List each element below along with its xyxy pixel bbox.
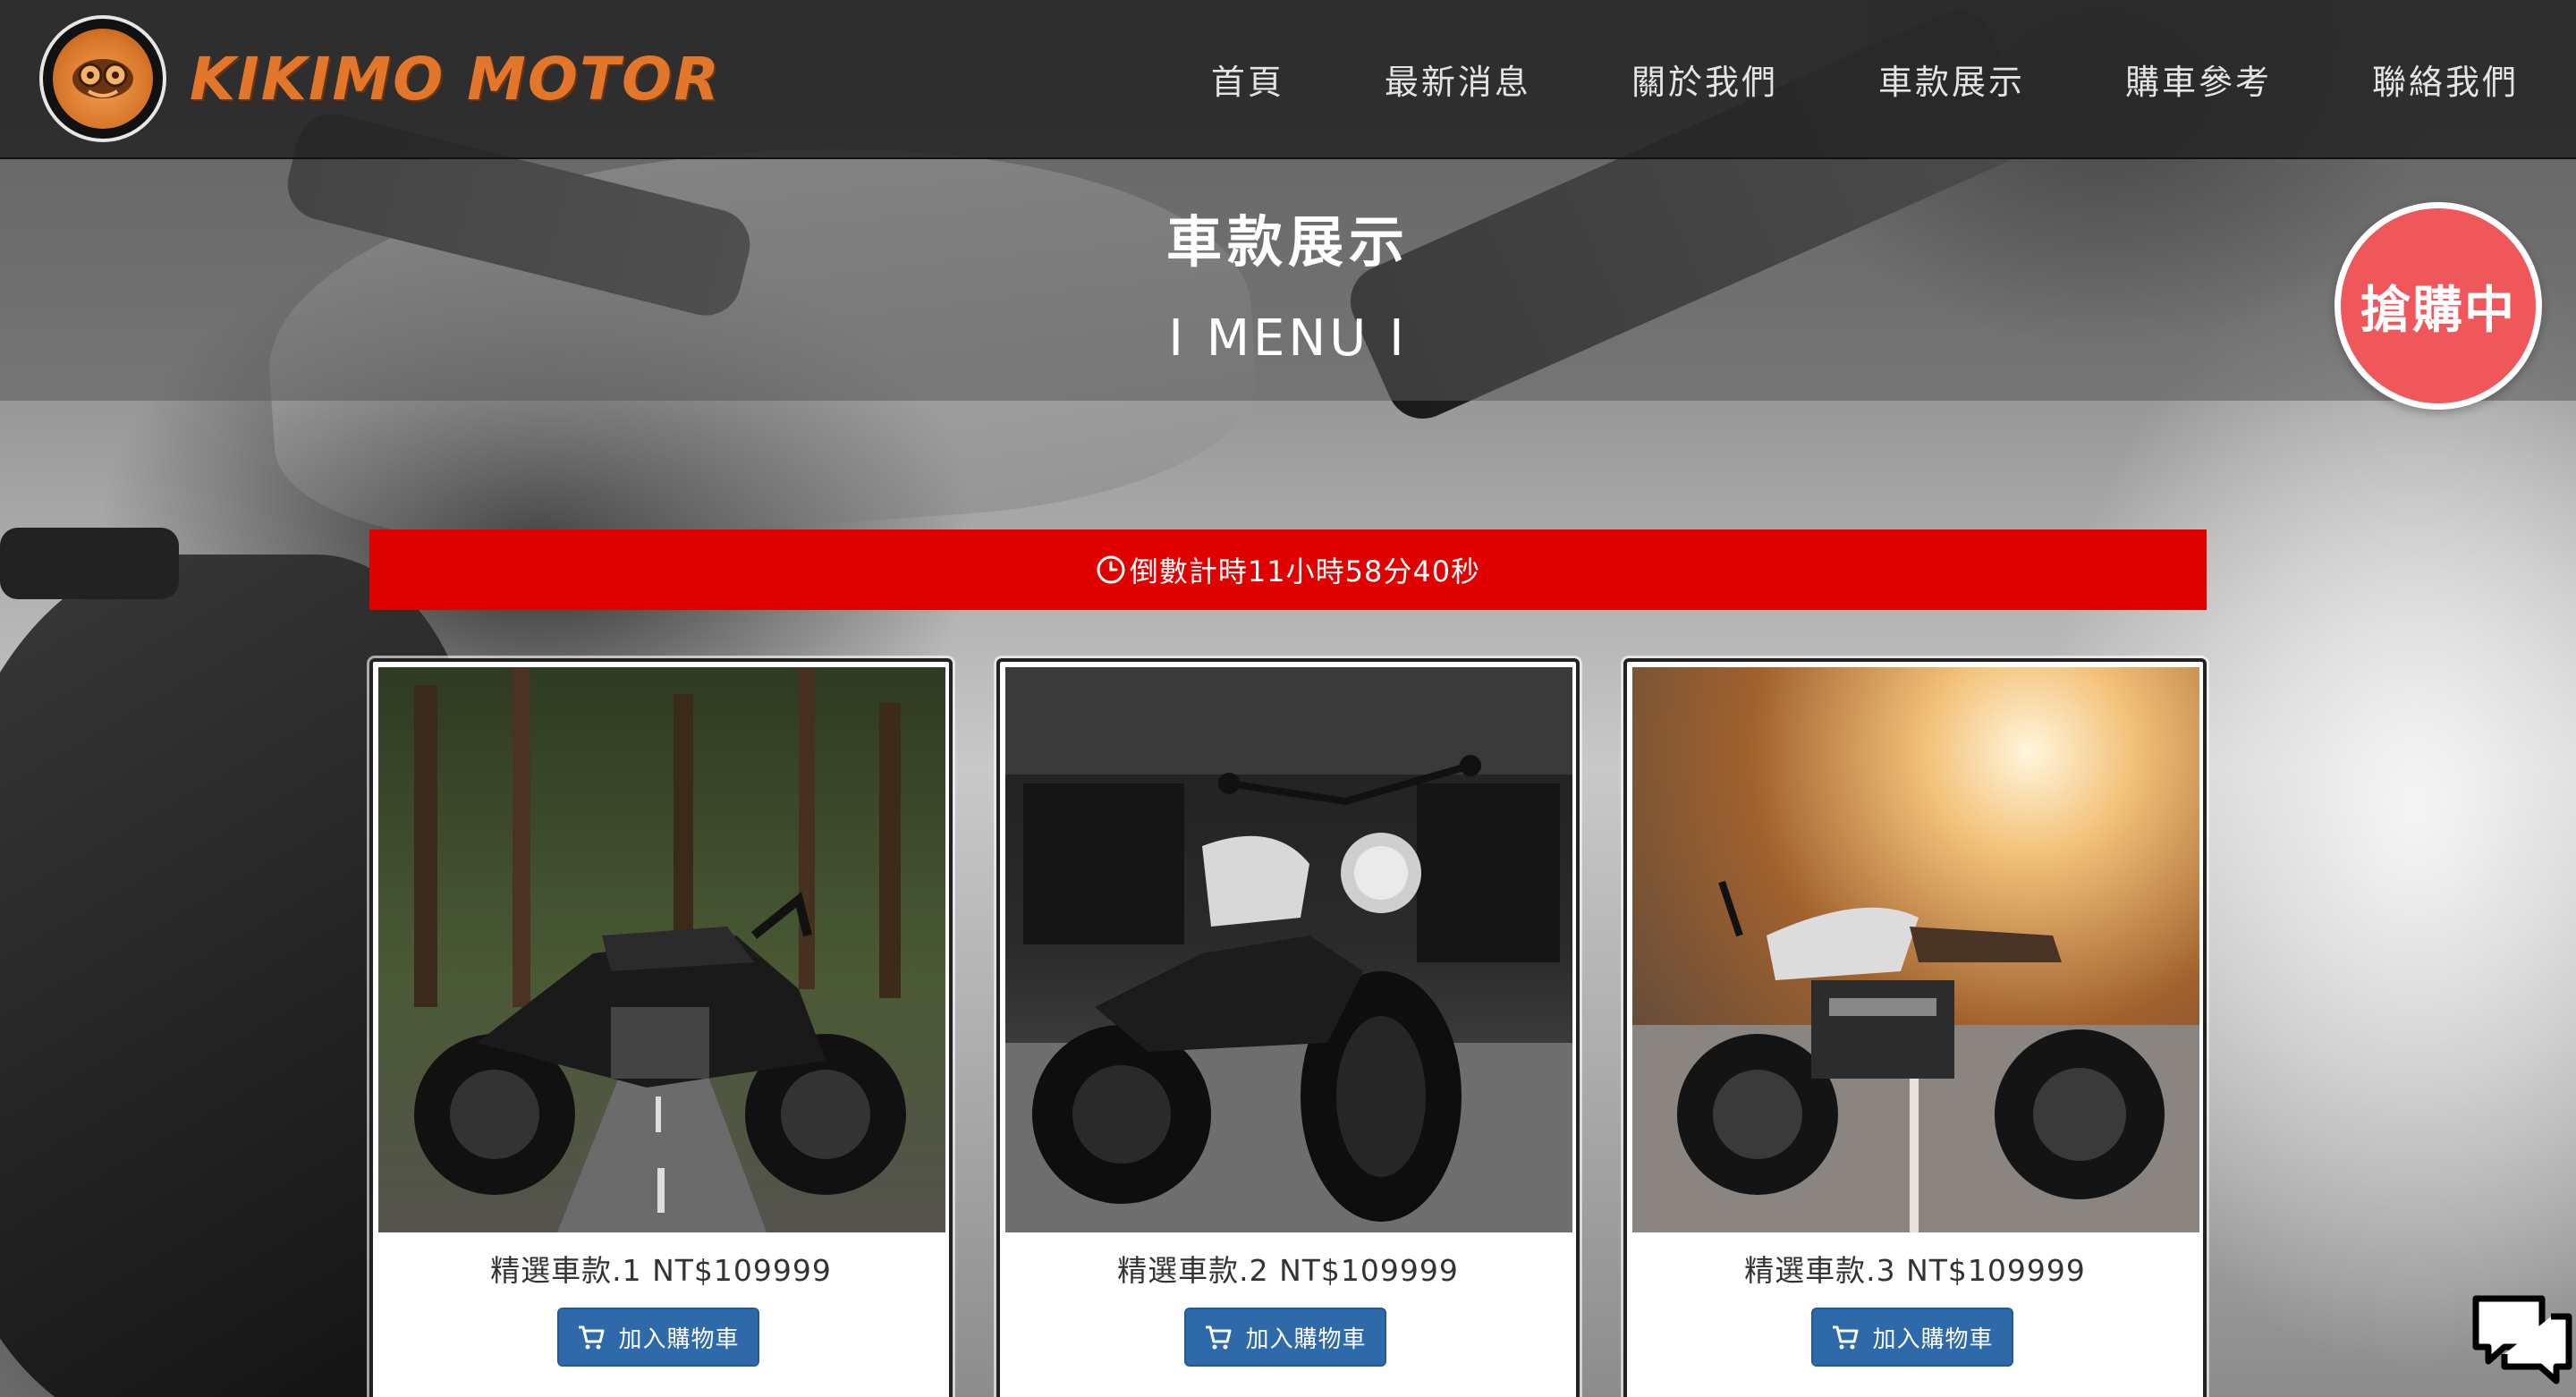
chat-bubbles-icon[interactable]: [2469, 1291, 2576, 1390]
product-list: 精選車款.1 NT$109999 加入購物車 精選車款.2 NT$109999 …: [369, 658, 2207, 1397]
countdown-text: 倒數計時11小時58分40秒: [1129, 555, 1481, 588]
background-headlight: [0, 528, 179, 599]
nav-item-news[interactable]: 最新消息: [1284, 55, 1531, 104]
cart-icon: [1206, 1325, 1232, 1350]
nav-item-home[interactable]: 首頁: [1111, 55, 1284, 104]
cart-icon: [1833, 1325, 1859, 1350]
product-card: 精選車款.1 NT$109999 加入購物車: [369, 658, 953, 1397]
add-to-cart-label: 加入購物車: [1872, 1325, 1994, 1352]
brand-name: KIKIMO MOTOR: [190, 44, 721, 114]
nav-item-models[interactable]: 車款展示: [1778, 55, 2025, 104]
product-image[interactable]: [378, 667, 945, 1232]
product-image[interactable]: [1632, 667, 2199, 1232]
product-image[interactable]: [1005, 667, 1572, 1232]
nav-item-buying-guide[interactable]: 購車參考: [2025, 55, 2272, 104]
clock-icon: [1097, 555, 1125, 584]
hero-banner: 車款展示 I MENU I: [0, 159, 2576, 401]
flash-sale-badge[interactable]: 搶購中: [2334, 202, 2542, 410]
add-to-cart-button[interactable]: 加入購物車: [1184, 1308, 1386, 1367]
add-to-cart-label: 加入購物車: [618, 1325, 740, 1352]
product-card: 精選車款.2 NT$109999 加入購物車: [996, 658, 1580, 1397]
add-to-cart-button[interactable]: 加入購物車: [557, 1308, 759, 1367]
nav-item-about[interactable]: 關於我們: [1531, 55, 1778, 104]
nav-item-contact[interactable]: 聯絡我們: [2272, 55, 2519, 104]
product-title: 精選車款.1 NT$109999: [490, 1253, 832, 1288]
product-title: 精選車款.3 NT$109999: [1744, 1253, 2086, 1288]
add-to-cart-label: 加入購物車: [1245, 1325, 1367, 1352]
countdown-bar: 倒數計時11小時58分40秒: [369, 529, 2207, 610]
cart-icon: [579, 1325, 605, 1350]
main-nav: 首頁 最新消息 關於我們 車款展示 購車參考 聯絡我們: [1111, 55, 2519, 104]
brand[interactable]: KIKIMO MOTOR: [39, 15, 721, 142]
navbar: KIKIMO MOTOR 首頁 最新消息 關於我們 車款展示 購車參考 聯絡我們: [0, 0, 2576, 159]
kikimo-logo-icon: [39, 15, 166, 142]
page-title: 車款展示: [1165, 209, 1410, 275]
page: KIKIMO MOTOR 首頁 最新消息 關於我們 車款展示 購車參考 聯絡我們…: [0, 0, 2576, 1397]
product-title: 精選車款.2 NT$109999: [1117, 1253, 1459, 1288]
add-to-cart-button[interactable]: 加入購物車: [1811, 1308, 2013, 1367]
page-subtitle: I MENU I: [1168, 309, 1408, 368]
product-card: 精選車款.3 NT$109999 加入購物車: [1623, 658, 2207, 1397]
